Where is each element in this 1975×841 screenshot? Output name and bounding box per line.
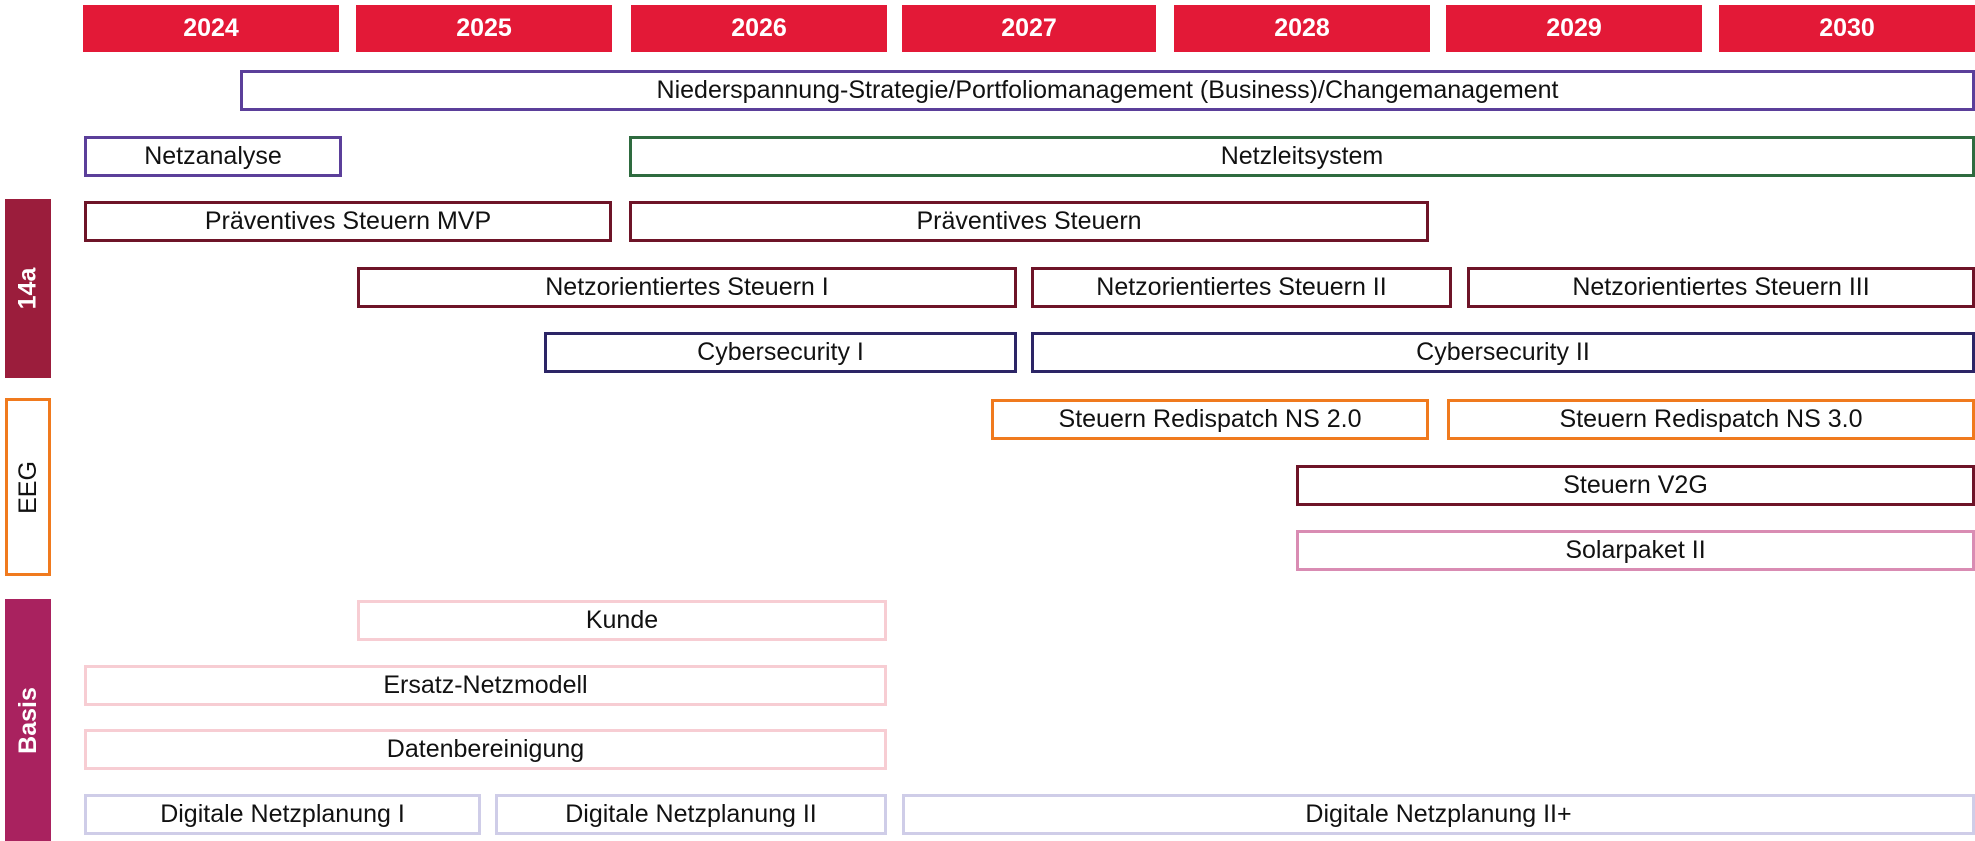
year-header-2030: 2030 [1719,5,1975,52]
bar-label: Steuern Redispatch NS 2.0 [1058,405,1362,433]
bar-steuern-v2g[interactable]: Steuern V2G [1296,465,1975,506]
bar-label: Niederspannung-Strategie/Portfoliomanage… [656,76,1559,104]
bar-label: Netzorientiertes Steuern I [545,273,829,301]
bar-digitale-netzplanung-2[interactable]: Digitale Netzplanung II [495,794,887,835]
year-header-2025: 2025 [356,5,612,52]
year-header-2026: 2026 [631,5,887,52]
bar-digitale-netzplanung-2plus[interactable]: Digitale Netzplanung II+ [902,794,1975,835]
bar-cybersecurity-1[interactable]: Cybersecurity I [544,332,1017,373]
bar-label: Netzorientiertes Steuern II [1096,273,1387,301]
bar-digitale-netzplanung-1[interactable]: Digitale Netzplanung I [84,794,481,835]
bar-label: Präventives Steuern MVP [204,207,492,235]
bar-redispatch-ns-3[interactable]: Steuern Redispatch NS 3.0 [1447,399,1975,440]
bar-label: Cybersecurity I [697,338,864,366]
year-header-2029: 2029 [1446,5,1702,52]
category-14a-label: 14a [13,267,42,310]
bar-label: Netzanalyse [144,142,282,170]
year-header-2028: 2028 [1174,5,1430,52]
bar-praeventives-steuern[interactable]: Präventives Steuern [629,201,1429,242]
bar-niederspannung-strategie[interactable]: Niederspannung-Strategie/Portfoliomanage… [240,70,1975,111]
bar-label: Netzleitsystem [1220,142,1384,170]
year-header-2027: 2027 [902,5,1156,52]
bar-ersatz-netzmodell[interactable]: Ersatz-Netzmodell [84,665,887,706]
bar-netzorientiertes-steuern-3[interactable]: Netzorientiertes Steuern III [1467,267,1975,308]
category-basis-label: Basis [13,686,42,754]
bar-datenbereinigung[interactable]: Datenbereinigung [84,729,887,770]
bar-netzorientiertes-steuern-1[interactable]: Netzorientiertes Steuern I [357,267,1017,308]
bar-solarpaket-2[interactable]: Solarpaket II [1296,530,1975,571]
bar-kunde[interactable]: Kunde [357,600,887,641]
bar-netzanalyse[interactable]: Netzanalyse [84,136,342,177]
bar-label: Digitale Netzplanung II+ [1305,800,1572,828]
bar-label: Steuern Redispatch NS 3.0 [1559,405,1863,433]
category-14a: 14a [5,199,51,378]
bar-redispatch-ns-2[interactable]: Steuern Redispatch NS 2.0 [991,399,1429,440]
bar-netzorientiertes-steuern-2[interactable]: Netzorientiertes Steuern II [1031,267,1452,308]
bar-label: Kunde [585,606,659,634]
bar-label: Netzorientiertes Steuern III [1572,273,1870,301]
category-eeg-label: EEG [13,460,42,514]
year-header-2024: 2024 [83,5,339,52]
bar-cybersecurity-2[interactable]: Cybersecurity II [1031,332,1975,373]
bar-label: Präventives Steuern [916,207,1142,235]
category-eeg: EEG [5,398,51,576]
bar-praeventives-steuern-mvp[interactable]: Präventives Steuern MVP [84,201,612,242]
bar-label: Digitale Netzplanung I [160,800,405,828]
bar-label: Cybersecurity II [1416,338,1590,366]
bar-label: Digitale Netzplanung II [565,800,817,828]
bar-label: Datenbereinigung [386,735,585,763]
bar-label: Steuern V2G [1563,471,1708,499]
bar-netzleitsystem[interactable]: Netzleitsystem [629,136,1975,177]
bar-label: Solarpaket II [1565,536,1706,564]
category-basis: Basis [5,599,51,841]
bar-label: Ersatz-Netzmodell [383,671,588,699]
